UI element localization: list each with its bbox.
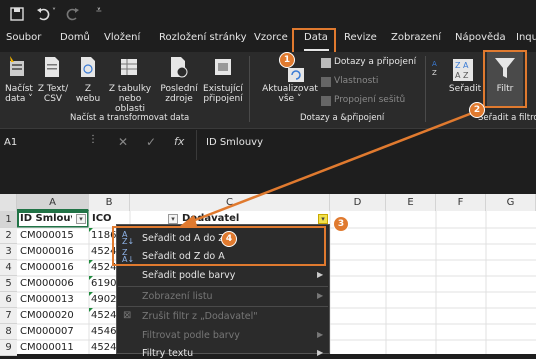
ribbon-tabs: Soubor Domů Vložení Rozložení stránky Vz… (0, 28, 536, 52)
table-range-icon (121, 59, 137, 75)
spacer (0, 164, 536, 194)
svg-text:Z: Z (463, 71, 469, 80)
sort-az-small-icon[interactable]: AZ (432, 58, 446, 76)
menu-sheet-view[interactable]: Zobrazení listu (142, 291, 213, 302)
col-header-b[interactable]: B (89, 194, 130, 211)
tab-domu[interactable]: Domů (60, 32, 90, 43)
row-header-1[interactable]: 1 (0, 211, 17, 228)
title-bar: ˅ ⩡ (0, 0, 536, 28)
properties-icon (321, 77, 331, 87)
tab-rozlozeni-stranky[interactable]: Rozložení stránky (159, 32, 247, 43)
menu-sort-z-a[interactable]: Seřadit od Z do A (142, 251, 225, 262)
from-web-button[interactable]: Z webu (74, 84, 102, 104)
group-label-sort-filter: Seřadit a filtro (478, 113, 536, 123)
properties-button[interactable]: Vlastnosti (334, 76, 378, 86)
cancel-icon[interactable]: ✕ (118, 135, 128, 149)
existing-connections-icon (215, 59, 231, 75)
row-header-8[interactable]: 8 (0, 324, 17, 340)
namebox-dropdown-icon[interactable]: ⋮ (88, 134, 98, 145)
tab-inquire[interactable]: Inqu (516, 32, 536, 43)
step-badge-4: 4 (221, 231, 237, 247)
name-box[interactable]: A1 (4, 137, 17, 148)
submenu-arrow-icon: ▶ (317, 348, 324, 357)
row-header-2[interactable]: 2 (0, 228, 17, 244)
row-header-7[interactable]: 7 (0, 308, 17, 324)
svg-text:Z: Z (432, 69, 437, 76)
tab-vlozeni[interactable]: Vložení (104, 32, 140, 43)
sort-icon: ZA AZ (453, 59, 473, 81)
col-header-f[interactable]: F (436, 194, 486, 211)
col-header-g[interactable]: G (486, 194, 536, 211)
formula-content[interactable]: ID Smlouvy (206, 137, 263, 148)
step-badge-3: 3 (333, 216, 349, 232)
submenu-arrow-icon: ▶ (317, 330, 324, 339)
get-data-icon (10, 56, 24, 76)
ribbon-separator (425, 56, 426, 122)
text-csv-icon (45, 57, 59, 77)
submenu-arrow-icon: ▶ (317, 291, 324, 300)
undo-dropdown-icon[interactable]: ˅ (52, 7, 56, 16)
sort-button[interactable]: Seřadit (448, 84, 482, 94)
refresh-all-button[interactable]: Aktualizovat vše ˅ (260, 84, 320, 104)
tab-soubor[interactable]: Soubor (6, 32, 41, 43)
recent-sources-icon (171, 57, 188, 78)
recent-sources-button[interactable]: Poslední zdroje (160, 84, 198, 104)
svg-text:Z: Z (455, 61, 461, 70)
tab-napoveda[interactable]: Nápověda (455, 32, 506, 43)
svg-text:A: A (455, 71, 461, 80)
highlight-data-tab (292, 28, 336, 54)
row-header-3[interactable]: 3 (0, 244, 17, 260)
menu-filter-by-color[interactable]: Filtrovat podle barvy (142, 330, 240, 341)
col-header-a[interactable]: A (17, 194, 89, 211)
col-header-e[interactable]: E (386, 194, 436, 211)
undo-icon[interactable] (36, 7, 50, 21)
menu-clear-filter[interactable]: Zrušit filtr z „Dodavatel" (142, 311, 258, 322)
web-icon (81, 57, 95, 77)
queries-connections-button[interactable]: Dotazy a připojení (334, 57, 416, 67)
group-label-get-transform: Načíst a transformovat data (70, 113, 190, 123)
menu-sort-a-z[interactable]: Seřadit od A do Z (142, 233, 225, 244)
get-data-button[interactable]: Načíst data ˅ (4, 84, 34, 104)
row-header-5[interactable]: 5 (0, 276, 17, 292)
tab-zobrazeni[interactable]: Zobrazení (391, 32, 441, 43)
svg-text:A: A (432, 60, 437, 68)
tab-revize[interactable]: Revize (344, 32, 377, 43)
enter-icon[interactable]: ✓ (146, 135, 156, 149)
highlight-filter-button (483, 50, 527, 108)
col-header-d[interactable]: D (330, 194, 386, 211)
sort-az-icon: A Z↓ (122, 230, 135, 246)
clear-filter-icon: ⊠ (123, 310, 132, 321)
formula-bar (0, 128, 536, 164)
ribbon-separator (249, 56, 250, 122)
insert-function-icon[interactable]: fx (174, 135, 184, 148)
menu-separator (118, 306, 328, 307)
group-label-queries: Dotazy a &připojení (300, 113, 385, 123)
customize-toolbar-icon[interactable]: ⩡ (96, 5, 102, 16)
workbook-links-button[interactable]: Propojení sešitů (334, 95, 405, 105)
menu-separator (118, 286, 328, 287)
redo-icon[interactable] (66, 7, 80, 21)
from-table-button[interactable]: Z tabulky nebo oblasti (105, 84, 155, 114)
from-text-csv-button[interactable]: Z Text/ CSV (37, 84, 69, 104)
workbook-links-icon (321, 96, 331, 106)
tab-vzorce[interactable]: Vzorce (254, 32, 288, 43)
row-header-6[interactable]: 6 (0, 292, 17, 308)
save-icon[interactable] (10, 7, 24, 21)
menu-sort-by-color[interactable]: Seřadit podle barvy (142, 270, 235, 281)
existing-connections-button[interactable]: Existující připojení (203, 84, 243, 104)
sort-za-icon: Z A↓ (122, 248, 135, 264)
submenu-arrow-icon: ▶ (317, 270, 324, 279)
select-all-corner[interactable] (0, 194, 17, 211)
step-badge-1: 1 (279, 52, 295, 68)
svg-text:A: A (463, 61, 469, 70)
row-header-4[interactable]: 4 (0, 260, 17, 276)
queries-connections-icon (321, 58, 331, 68)
step-badge-2: 2 (469, 102, 485, 118)
col-header-c[interactable]: C (130, 194, 330, 211)
formula-divider (196, 130, 197, 160)
